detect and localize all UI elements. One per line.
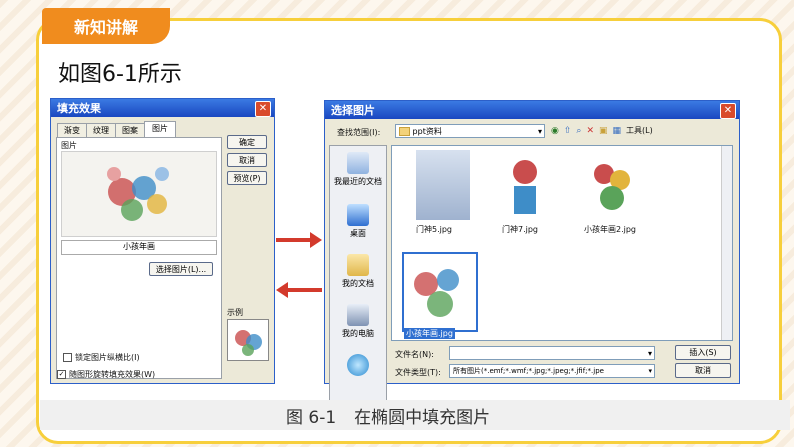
picture-preview [61, 151, 217, 237]
tab-picture[interactable]: 图片 [144, 121, 176, 138]
place-desktop-label: 桌面 [350, 229, 366, 238]
arrow-right-icon [276, 232, 322, 248]
my-documents-icon [347, 254, 369, 276]
fill-dialog-title: 填充效果 [57, 102, 101, 115]
arrow-left-icon [276, 282, 322, 298]
ok-button[interactable]: 确定 [227, 135, 267, 149]
file-dialog-title: 选择图片 [331, 104, 375, 117]
cancel-button[interactable]: 取消 [227, 153, 267, 167]
lookin-value: ppt资料 [412, 127, 442, 136]
place-computer-label: 我的电脑 [342, 329, 374, 338]
place-documents[interactable]: 我的文档 [330, 254, 386, 289]
place-desktop[interactable]: 桌面 [330, 204, 386, 239]
place-recent-label: 我最近的文档 [334, 177, 382, 186]
file-thumbnail-selected[interactable] [402, 252, 478, 332]
lock-aspect-label: 锁定图片纵横比(I) [75, 353, 140, 362]
select-picture-button[interactable]: 选择图片(L)... [149, 262, 213, 276]
checkbox-icon [63, 353, 72, 362]
lookin-label: 查找范围(I): [337, 128, 381, 137]
close-icon[interactable]: ✕ [720, 103, 736, 119]
chevron-down-icon: ▾ [647, 349, 652, 358]
preview-button[interactable]: 预览(P) [227, 171, 267, 185]
sample-label: 示例 [227, 308, 243, 317]
place-documents-label: 我的文档 [342, 279, 374, 288]
image-name-field: 小孩年画 [61, 240, 217, 255]
filename-input[interactable]: ▾ [449, 346, 655, 360]
filetype-value: 所有图片(*.emf;*.wmf;*.jpg;*.jpeg;*.jfif;*.j… [453, 367, 604, 375]
rotate-fill-checkbox[interactable]: ✓ 随图形旋转填充效果(W) [57, 369, 155, 380]
scrollbar[interactable] [721, 146, 732, 340]
views-icon[interactable]: ▦ [613, 126, 622, 136]
desktop-icon [347, 204, 369, 226]
file-thumbnail[interactable] [416, 150, 470, 220]
search-icon[interactable]: ⌕ [576, 126, 581, 136]
tools-menu[interactable]: 工具(L) [626, 125, 653, 136]
file-dialog-titlebar: 选择图片 ✕ [325, 101, 739, 119]
picture-thumbnail [107, 167, 169, 221]
tab-gradient[interactable]: 渐变 [57, 123, 87, 138]
rotate-fill-label: 随图形旋转填充效果(W) [69, 370, 156, 379]
lock-aspect-checkbox[interactable]: 锁定图片纵横比(I) [63, 352, 140, 363]
delete-icon[interactable]: ✕ [586, 126, 594, 136]
tab-texture[interactable]: 纹理 [86, 123, 116, 138]
page-heading: 如图6-1所示 [58, 62, 182, 87]
close-icon[interactable]: ✕ [255, 101, 271, 117]
file-name: 小孩年画2.jpg [584, 225, 637, 234]
chevron-down-icon: ▾ [537, 127, 542, 136]
tab-page: 图片 小孩年画 选择图片(L)... 锁定图片纵横比(I) [56, 137, 222, 379]
place-recent[interactable]: 我最近的文档 [330, 152, 386, 187]
file-name: 门神5.jpg [416, 225, 453, 234]
file-toolbar: ◉ ⇧ ⌕ ✕ ▣ ▦ 工具(L) [551, 125, 653, 136]
up-folder-icon[interactable]: ⇧ [564, 126, 572, 136]
place-network[interactable] [330, 354, 386, 378]
filename-label: 文件名(N): [395, 350, 434, 359]
select-picture-dialog: 选择图片 ✕ 查找范围(I): ppt资料 ▾ ◉ ⇧ ⌕ ✕ ▣ ▦ 工具(L… [324, 100, 740, 403]
checkbox-checked-icon: ✓ [57, 370, 66, 379]
sample-preview [227, 319, 269, 361]
insert-button[interactable]: 插入(S) [675, 345, 731, 360]
file-thumbnail[interactable] [498, 150, 552, 220]
figure-caption: 图 6-1 在椭圆中填充图片 [40, 400, 790, 430]
chevron-down-icon: ▾ [648, 365, 652, 377]
network-icon [347, 354, 369, 376]
my-computer-icon [347, 304, 369, 326]
sample-thumbnail [235, 330, 262, 356]
place-computer[interactable]: 我的电脑 [330, 304, 386, 339]
fill-dialog-titlebar: 填充效果 ✕ [51, 99, 274, 117]
file-thumbnail[interactable] [586, 150, 640, 220]
folder-icon [399, 127, 410, 136]
lookin-select[interactable]: ppt资料 ▾ [395, 124, 545, 138]
filetype-label: 文件类型(T): [395, 368, 441, 377]
back-icon[interactable]: ◉ [551, 126, 559, 136]
filetype-select[interactable]: 所有图片(*.emf;*.wmf;*.jpg;*.jpeg;*.jfif;*.j… [449, 364, 655, 378]
file-name: 门神7.jpg [502, 225, 539, 234]
caption-text: 在椭圆中填充图片 [354, 407, 491, 428]
file-list: 门神5.jpg 门神7.jpg 小孩年画2.jpg 小孩年画.jpg [391, 145, 733, 341]
file-name-selected: 小孩年画.jpg [404, 328, 455, 339]
caption-number: 图 6-1 [286, 407, 337, 428]
places-bar: 我最近的文档 桌面 我的文档 我的电脑 [329, 145, 387, 403]
picture-section-label: 图片 [61, 141, 77, 150]
file-cancel-button[interactable]: 取消 [675, 363, 731, 378]
new-folder-icon[interactable]: ▣ [599, 126, 608, 136]
recent-documents-icon [347, 152, 369, 174]
section-tag: 新知讲解 [42, 8, 170, 44]
fill-effects-dialog: 填充效果 ✕ 渐变 纹理 图案 图片 图片 小孩年画 选择图片(L)... 锁定… [50, 98, 275, 384]
tab-pattern[interactable]: 图案 [115, 123, 145, 138]
